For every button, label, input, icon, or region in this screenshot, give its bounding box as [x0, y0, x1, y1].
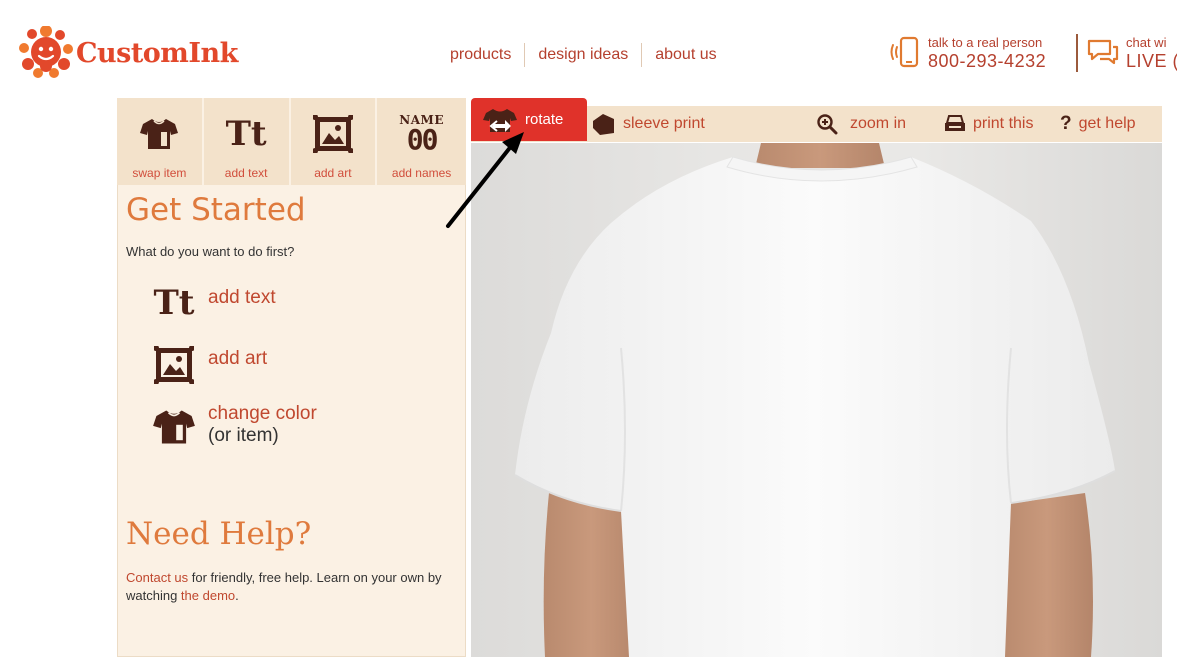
- option-change-color-label: change color: [208, 403, 317, 424]
- nav-about-us[interactable]: about us: [641, 43, 729, 67]
- option-add-text-label: add text: [208, 287, 276, 308]
- get-help-label: get help: [1078, 115, 1136, 132]
- nav-products[interactable]: products: [440, 43, 524, 67]
- demo-link[interactable]: the demo: [181, 588, 235, 603]
- option-or-item-label: (or item): [208, 425, 279, 446]
- text-icon: Tt: [150, 285, 198, 321]
- sleeve-print-button[interactable]: sleeve print: [590, 106, 705, 142]
- rotate-label: rotate: [525, 111, 564, 128]
- sleeve-icon: [590, 111, 616, 137]
- sleeve-print-label: sleeve print: [623, 115, 705, 132]
- phone-label: talk to a real person: [928, 35, 1043, 50]
- swap-item-button[interactable]: swap item: [117, 98, 204, 185]
- first-question: What do you want to do first?: [126, 244, 295, 259]
- print-button[interactable]: print this: [944, 106, 1033, 142]
- tshirt-back-photo: [514, 143, 1116, 657]
- annotation-arrow: [446, 132, 524, 228]
- top-nav: products design ideas about us: [440, 42, 730, 68]
- text-glyph: Tt: [225, 114, 267, 154]
- get-started-heading: Get Started: [126, 192, 306, 228]
- help-question-icon: ?: [1060, 113, 1072, 134]
- option-add-text[interactable]: Tt add text: [150, 285, 276, 321]
- text-icon: Tt: [226, 110, 267, 158]
- option-add-art-label: add art: [208, 348, 268, 369]
- live-chat[interactable]: chat wi LIVE (: [1086, 34, 1177, 74]
- design-canvas[interactable]: [471, 143, 1162, 657]
- header-divider: [1076, 34, 1078, 72]
- add-text-label: add text: [224, 166, 268, 180]
- get-help-button[interactable]: ? get help: [1060, 106, 1136, 142]
- printer-icon: [944, 114, 966, 134]
- logo-text: CustomInk: [76, 37, 238, 69]
- help-text-end: .: [235, 588, 239, 603]
- nav-design-ideas[interactable]: design ideas: [524, 43, 641, 67]
- tool-row: swap item Tt add text add art NAME 00 ad…: [117, 98, 466, 185]
- tshirt-icon: [139, 110, 179, 158]
- phone-icon: [888, 35, 922, 74]
- need-help-heading: Need Help?: [126, 516, 312, 552]
- chat-bubble-icon: [1086, 37, 1120, 72]
- chat-live: LIVE (: [1126, 51, 1177, 71]
- option-change-color[interactable]: change color (or item): [150, 403, 317, 447]
- zoom-in-label: zoom in: [850, 115, 907, 132]
- chat-label: chat wi: [1126, 35, 1167, 50]
- zoom-in-icon: [816, 113, 838, 135]
- contact-us-link[interactable]: Contact us: [126, 570, 188, 585]
- help-paragraph: Contact us for friendly, free help. Lear…: [126, 569, 461, 605]
- picture-frame-icon: [312, 110, 353, 158]
- add-text-button[interactable]: Tt add text: [203, 98, 291, 185]
- phone-number: 800-293-4232: [928, 51, 1047, 71]
- option-add-art[interactable]: add art: [150, 346, 267, 384]
- add-art-label: add art: [314, 166, 352, 180]
- swap-item-label: swap item: [132, 166, 187, 180]
- picture-frame-icon: [150, 346, 198, 384]
- add-art-button[interactable]: add art: [290, 98, 378, 185]
- zoom-in-button[interactable]: zoom in: [816, 106, 906, 142]
- tshirt-icon: [150, 407, 198, 447]
- text-glyph: Tt: [153, 283, 195, 323]
- customink-logo[interactable]: CustomInk: [18, 25, 238, 80]
- print-label: print this: [973, 115, 1034, 132]
- ink-splat-icon: [18, 25, 74, 80]
- phone-contact[interactable]: talk to a real person 800-293-4232: [888, 34, 1046, 74]
